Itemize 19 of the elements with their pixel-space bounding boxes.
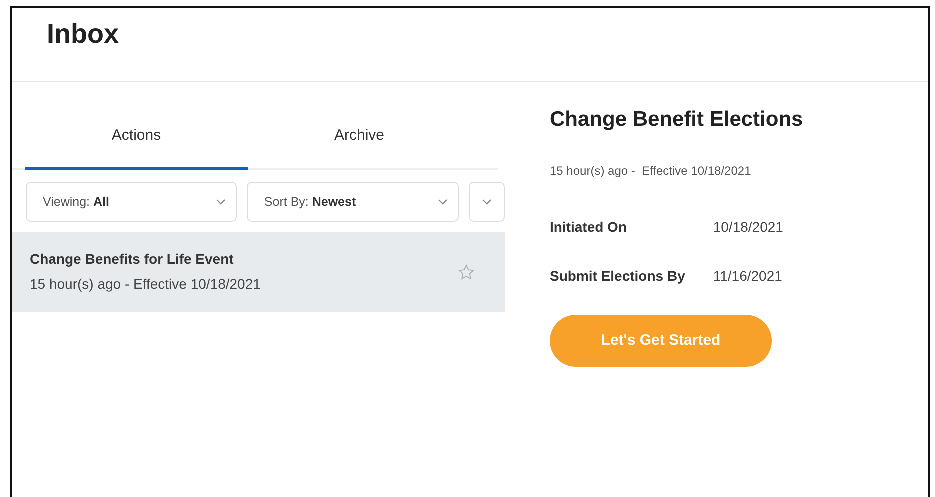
- star-icon[interactable]: [458, 264, 475, 280]
- tab[interactable]: Archive: [248, 102, 471, 170]
- chevron-icon: [216, 198, 226, 206]
- page-title: Inbox: [47, 18, 120, 50]
- field-label: Submit Elections By: [550, 267, 686, 286]
- field-value: 11/16/2021: [713, 267, 784, 286]
- detail-title: Change Benefit Elections: [550, 107, 804, 132]
- expand-button[interactable]: [468, 182, 505, 222]
- filter-dropdown[interactable]: Sort By: Newest: [247, 182, 459, 222]
- field-value: 10/18/2021: [713, 218, 784, 238]
- filter-dropdown[interactable]: Viewing: All: [26, 182, 238, 222]
- field-label: Initiated On: [550, 218, 628, 238]
- chevron-icon: [438, 198, 448, 206]
- chevron-icon: [482, 198, 492, 206]
- item-subtitle: 15 hour(s) ago - Effective 10/18/2021: [30, 275, 261, 294]
- tab[interactable]: Actions: [25, 102, 248, 170]
- item-title: Change Benefits for Life Event: [30, 250, 235, 269]
- list-item[interactable]: Change Benefits for Life Event 15 hour(s) ago - Effective 10/18/2021: [12, 232, 505, 312]
- detail-subtitle: 15 hour(s) ago - Effective 10/18/2021: [550, 163, 752, 180]
